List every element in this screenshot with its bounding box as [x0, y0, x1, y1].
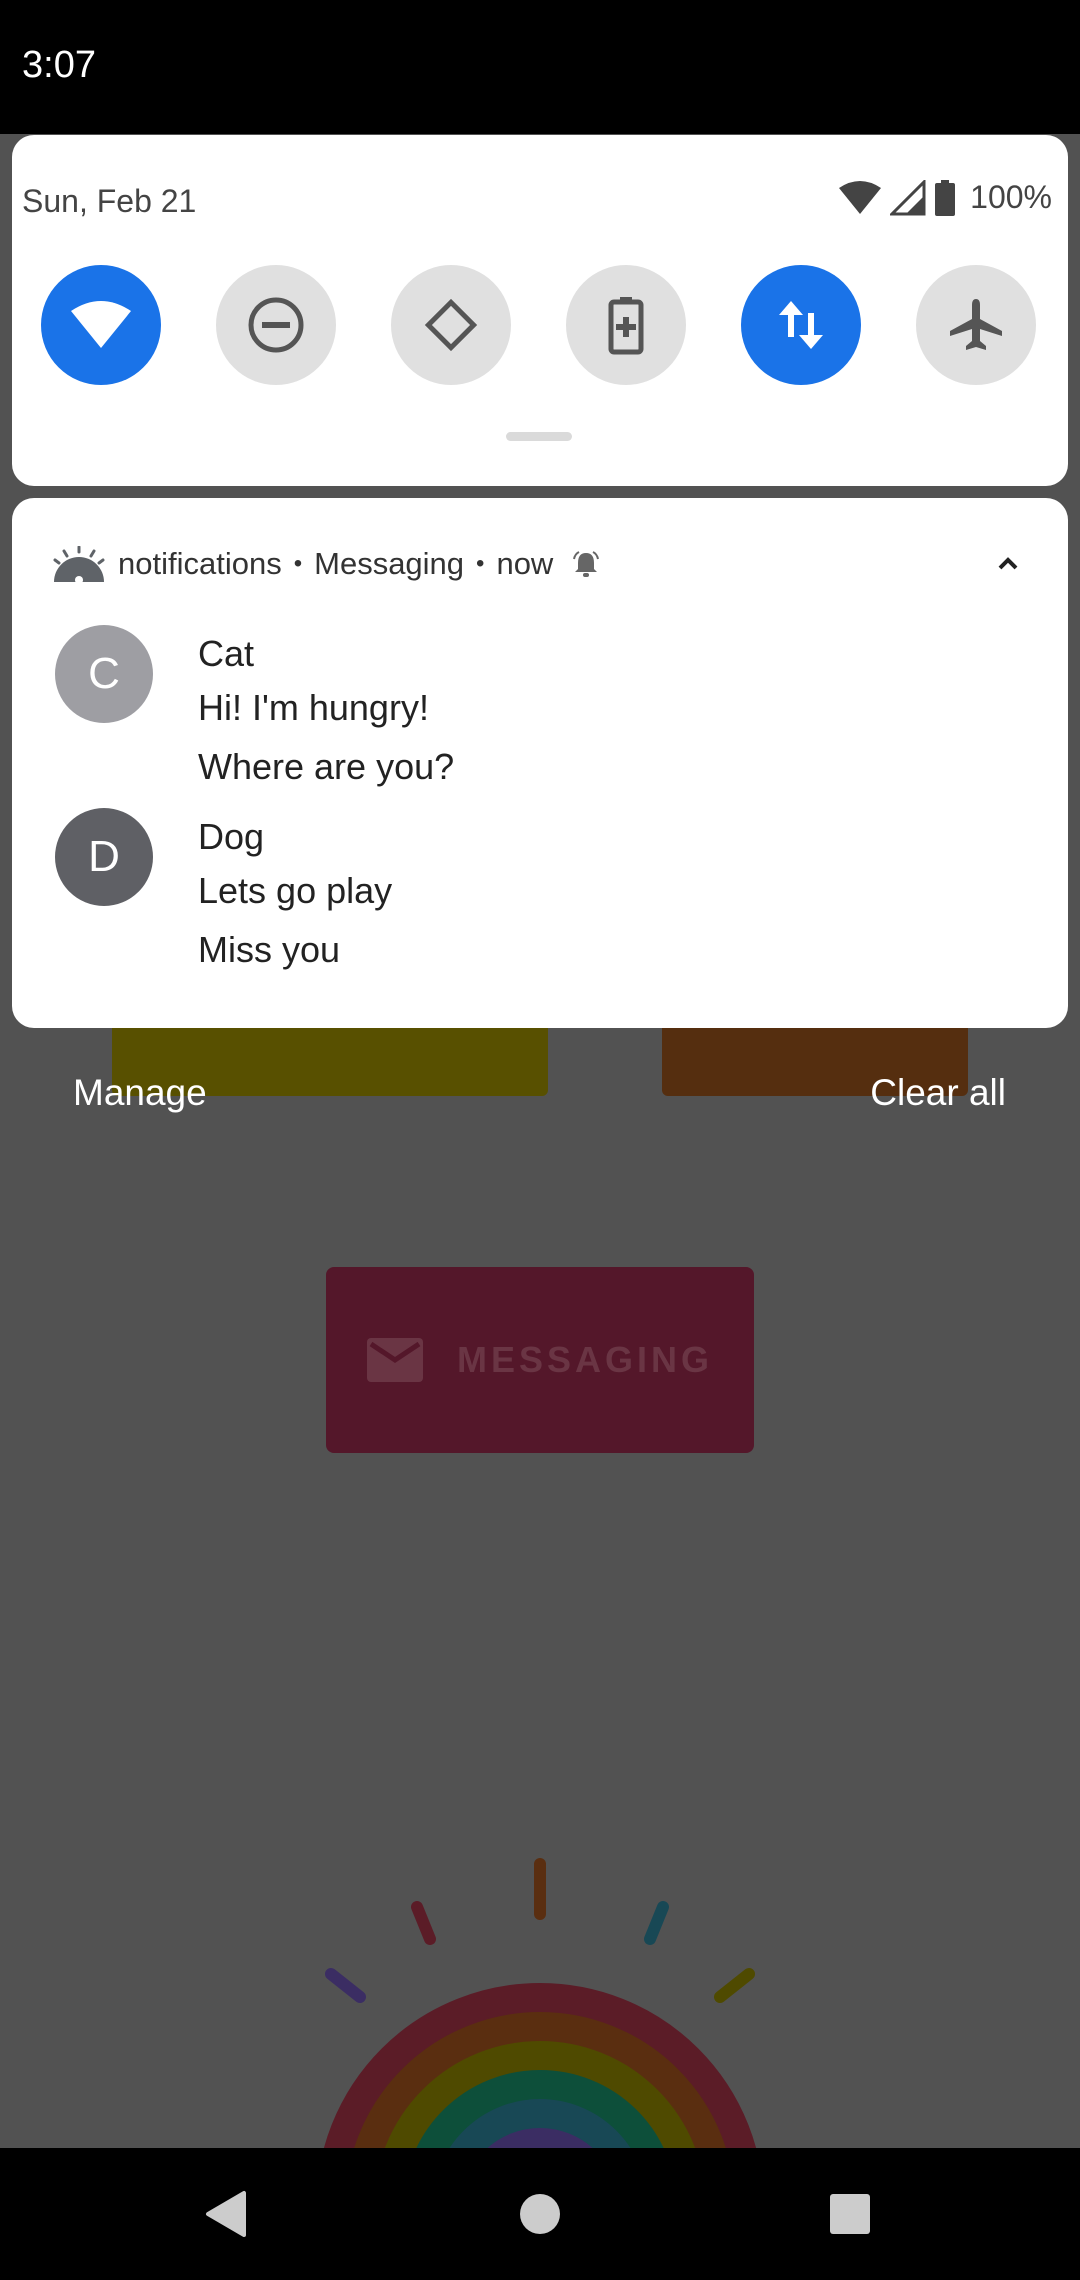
manage-button[interactable]: Manage [73, 1072, 207, 1114]
battery-percent: 100% [970, 179, 1052, 215]
avatar: D [55, 808, 153, 906]
navigation-bar [0, 2148, 1080, 2280]
recents-icon [830, 2194, 870, 2234]
auto-rotate-icon [424, 298, 478, 352]
header-separator: • [293, 550, 303, 577]
app-icon [53, 546, 105, 582]
status-time: 3:07 [22, 44, 96, 86]
screen: 3:07 MESSAGING Sun, Feb 21 100% notifica… [0, 0, 1080, 2280]
home-icon [520, 2194, 560, 2234]
quick-settings-panel: Sun, Feb 21 100% [12, 135, 1068, 486]
do-not-disturb-tile[interactable] [216, 265, 336, 385]
quick-settings-status-icons: 100% [838, 179, 1052, 216]
cellular-signal-icon [890, 179, 926, 215]
airplane-mode-tile[interactable] [916, 265, 1036, 385]
wifi-status-icon [839, 180, 882, 214]
clear-all-button[interactable]: Clear all [870, 1072, 1006, 1114]
status-bar: 3:07 [0, 0, 1080, 134]
message-text: Hi! I'm hungry! [198, 687, 429, 728]
background-messaging-label: MESSAGING [456, 1339, 714, 1380]
message-text: Where are you? [198, 746, 455, 787]
alert-bell-icon [573, 551, 600, 577]
airplane-icon [950, 299, 1002, 350]
auto-rotate-tile[interactable] [391, 265, 511, 385]
notification-header: notifications • Messaging • now [52, 544, 1028, 584]
quick-settings-date[interactable]: Sun, Feb 21 [22, 183, 196, 220]
do-not-disturb-icon [248, 297, 304, 353]
sender-name: Dog [198, 816, 265, 857]
avatar: C [55, 625, 153, 723]
background-messaging-button: MESSAGING [326, 1267, 754, 1453]
collapse-chevron-icon[interactable] [988, 544, 1028, 584]
mobile-data-tile[interactable] [741, 265, 861, 385]
recents-button[interactable] [784, 2148, 916, 2280]
notification-channel: notifications [118, 546, 282, 581]
envelope-icon [366, 1338, 423, 1382]
message-text: Lets go play [198, 870, 393, 911]
message-text: Miss you [198, 929, 341, 970]
wifi-tile[interactable] [41, 265, 161, 385]
data-transfer-icon [779, 301, 823, 349]
wifi-icon [71, 301, 131, 348]
back-button[interactable] [159, 2148, 291, 2280]
back-icon [206, 2191, 246, 2237]
rainbow-illustration [323, 1858, 757, 2148]
battery-saver-tile[interactable] [566, 265, 686, 385]
notification-time: now [496, 546, 554, 581]
header-separator: • [476, 550, 485, 577]
battery-icon [935, 179, 956, 216]
battery-saver-icon [608, 297, 644, 355]
home-button[interactable] [474, 2148, 606, 2280]
notification-app-name: Messaging [314, 546, 465, 581]
sender-name: Cat [198, 633, 255, 674]
quick-settings-drag-handle[interactable] [506, 432, 572, 441]
messaging-notification[interactable]: notifications • Messaging • now C Cat Hi… [12, 498, 1068, 1028]
